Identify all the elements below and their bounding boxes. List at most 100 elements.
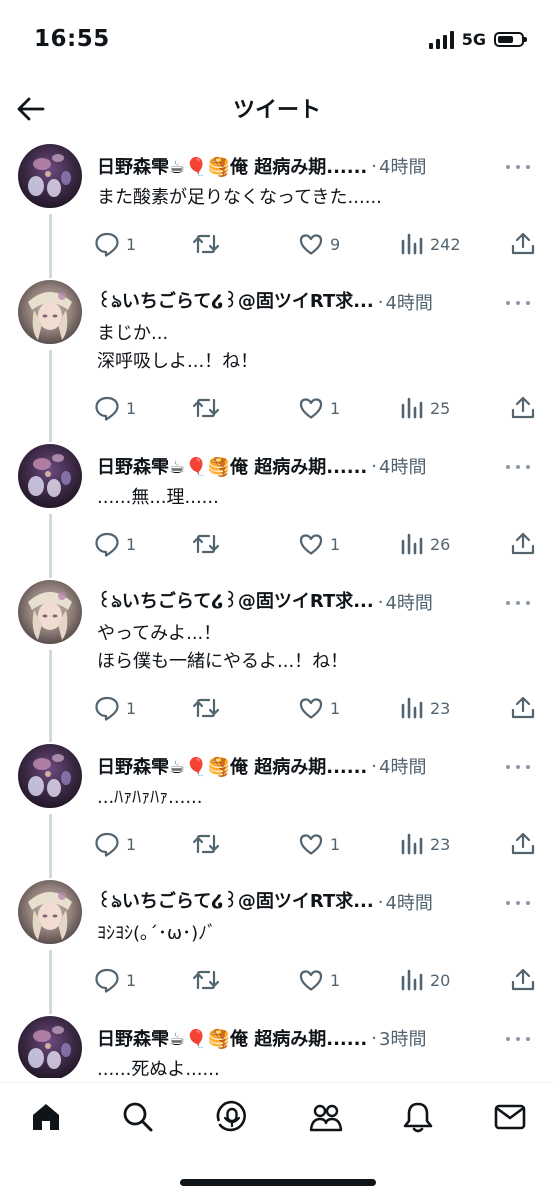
envelope-icon <box>494 1104 526 1130</box>
separator-dot: · <box>371 455 377 477</box>
reply-button[interactable]: 1 <box>94 228 136 260</box>
display-name[interactable]: ꒰ঌいちごらて໒꒱@固ツイRT求... <box>97 587 374 618</box>
share-icon <box>510 967 536 993</box>
retweet-icon <box>192 695 220 721</box>
share-button[interactable] <box>510 228 536 260</box>
reply-button[interactable]: 1 <box>94 392 136 424</box>
thread-connector <box>49 650 52 742</box>
display-name[interactable]: 日野森雫☕🎈🥞俺 超病み期...... <box>97 753 367 779</box>
tweet-header: ꒰ঌいちごらて໒꒱@固ツイRT求... · 4時間 <box>97 288 534 316</box>
screen: 16:55 5G ツイート 日野森雫☕🎈🥞俺 超病み期...... · 4時間 また酸… <box>0 0 554 1200</box>
reply-button[interactable]: 1 <box>94 692 136 724</box>
heart-icon <box>298 695 324 721</box>
tweet-time[interactable]: 4時間 <box>379 753 426 779</box>
avatar[interactable] <box>18 280 82 344</box>
tweet[interactable]: 日野森雫☕🎈🥞俺 超病み期...... · 4時間 ...ﾊｧﾊｧﾊｧ...... 1 1… <box>0 738 554 878</box>
share-icon <box>510 231 536 257</box>
tweet[interactable]: ꒰ঌいちごらて໒꒱@固ツイRT求... · 4時間 まじか... 深呼吸しよ...！ね… <box>0 274 554 442</box>
more-options-icon[interactable] <box>506 462 532 472</box>
tweet-time[interactable]: 4時間 <box>385 289 432 315</box>
thread-connector <box>49 514 52 578</box>
reply-button[interactable]: 1 <box>94 528 136 560</box>
views-button[interactable]: 20 <box>400 964 450 996</box>
tweet[interactable]: 日野森雫☕🎈🥞俺 超病み期......·3時間......死ぬよ......11… <box>0 1010 554 1078</box>
thread-connector <box>49 350 52 442</box>
like-button[interactable]: 1 <box>298 692 340 724</box>
views-button[interactable]: 242 <box>400 228 461 260</box>
page-title: ツイート <box>232 98 321 123</box>
more-options-icon[interactable] <box>506 162 532 172</box>
views-icon <box>400 967 424 993</box>
display-name[interactable]: 日野森雫☕🎈🥞俺 超病み期...... <box>97 1025 367 1051</box>
retweet-button[interactable] <box>192 392 226 424</box>
retweet-button[interactable] <box>192 528 226 560</box>
home-icon <box>33 1104 59 1130</box>
reply-icon <box>94 395 120 421</box>
tweet[interactable]: 日野森雫☕🎈🥞俺 超病み期...... · 4時間 ......無...理......… <box>0 438 554 578</box>
like-button[interactable]: 1 <box>298 392 340 424</box>
like-button[interactable]: 1 <box>298 964 340 996</box>
views-button[interactable]: 23 <box>400 692 450 724</box>
share-button[interactable] <box>510 692 536 724</box>
views-icon <box>400 395 424 421</box>
retweet-button[interactable] <box>192 964 226 996</box>
avatar[interactable] <box>18 444 82 508</box>
heart-icon <box>298 967 324 993</box>
tweet-time[interactable]: 4時間 <box>385 889 432 915</box>
nav-messages[interactable] <box>490 1097 530 1137</box>
tweet-text: ......無...理...... <box>97 487 219 508</box>
retweet-button[interactable] <box>192 828 226 860</box>
avatar[interactable] <box>18 880 82 944</box>
retweet-button[interactable] <box>192 692 226 724</box>
more-options-icon[interactable] <box>506 898 532 908</box>
avatar[interactable] <box>18 144 82 208</box>
tweet-time[interactable]: 3時間 <box>379 1025 426 1051</box>
search-icon <box>123 1102 153 1132</box>
nav-notifications[interactable] <box>398 1097 438 1137</box>
more-options-icon[interactable] <box>506 298 532 308</box>
more-options-icon[interactable] <box>506 598 532 608</box>
share-icon <box>510 395 536 421</box>
like-button[interactable]: 1 <box>298 828 340 860</box>
like-button[interactable]: 1 <box>298 528 340 560</box>
display-name[interactable]: ꒰ঌいちごらて໒꒱@固ツイRT求... <box>97 887 374 918</box>
share-button[interactable] <box>510 828 536 860</box>
reply-button[interactable]: 1 <box>94 964 136 996</box>
display-name[interactable]: ꒰ঌいちごらて໒꒱@固ツイRT求... <box>97 287 374 318</box>
tweet-thread: 日野森雫☕🎈🥞俺 超病み期...... · 4時間 また酸素が足りなくなってきた...… <box>0 138 554 1078</box>
reply-icon <box>94 967 120 993</box>
like-button[interactable]: 9 <box>298 228 340 260</box>
more-options-icon[interactable] <box>506 762 532 772</box>
tweet[interactable]: ꒰ঌいちごらて໒꒱@固ツイRT求... · 4時間 ﾖｼﾖｼ(｡´･ω･)ﾉﾞ 1 1 20 <box>0 874 554 1014</box>
nav-search[interactable] <box>118 1097 158 1137</box>
retweet-button[interactable] <box>192 228 226 260</box>
nav-spaces[interactable] <box>212 1097 252 1137</box>
tweet-time[interactable]: 4時間 <box>379 453 426 479</box>
tweet-time[interactable]: 4時間 <box>379 153 426 179</box>
reply-count: 1 <box>126 398 137 418</box>
reply-icon <box>94 695 120 721</box>
share-button[interactable] <box>510 964 536 996</box>
reply-button[interactable]: 1 <box>94 828 136 860</box>
display-name[interactable]: 日野森雫☕🎈🥞俺 超病み期...... <box>97 453 367 479</box>
tweet[interactable]: 日野森雫☕🎈🥞俺 超病み期...... · 4時間 また酸素が足りなくなってきた...… <box>0 138 554 278</box>
more-options-icon[interactable] <box>506 1034 532 1044</box>
share-button[interactable] <box>510 528 536 560</box>
views-button[interactable]: 26 <box>400 528 450 560</box>
reply-count: 1 <box>126 234 137 254</box>
avatar[interactable] <box>18 1016 82 1078</box>
display-name[interactable]: 日野森雫☕🎈🥞俺 超病み期...... <box>97 153 367 179</box>
avatar[interactable] <box>18 744 82 808</box>
view-count: 26 <box>430 534 451 554</box>
tweet-time[interactable]: 4時間 <box>385 589 432 615</box>
avatar[interactable] <box>18 580 82 644</box>
reply-icon <box>94 231 120 257</box>
top-bar: ツイート <box>0 80 554 136</box>
views-button[interactable]: 23 <box>400 828 450 860</box>
nav-home[interactable] <box>26 1097 66 1137</box>
tweet[interactable]: ꒰ঌいちごらて໒꒱@固ツイRT求... · 4時間 やってみよ...！ ほら僕も一緒に… <box>0 574 554 742</box>
views-button[interactable]: 25 <box>400 392 450 424</box>
share-button[interactable] <box>510 392 536 424</box>
tweet-actions: 1 1 23 <box>94 828 544 860</box>
nav-communities[interactable] <box>306 1097 346 1137</box>
